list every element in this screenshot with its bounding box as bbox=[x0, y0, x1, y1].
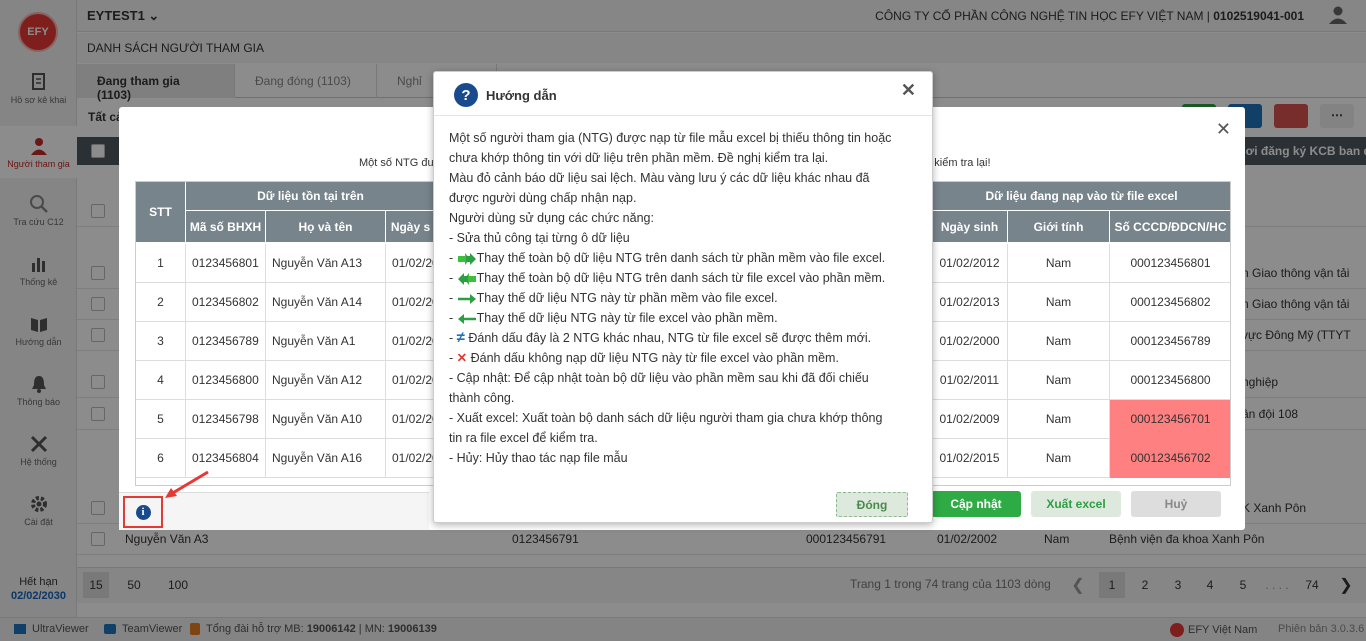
cell-dob[interactable]: 01/02/2012 bbox=[932, 244, 1008, 283]
cell-stt: 5 bbox=[136, 400, 186, 439]
guide-icon-line: - ≠ Đánh dấu đây là 2 NTG khác nhau, NTG… bbox=[449, 329, 872, 346]
cell-bhxh[interactable]: 0123456802 bbox=[186, 283, 266, 322]
cell-bhxh[interactable]: 0123456801 bbox=[186, 244, 266, 283]
info-button[interactable]: i bbox=[123, 496, 163, 528]
cell-gender[interactable]: Nam bbox=[1008, 322, 1110, 361]
guide-content: Một số người tham gia (NTG) được nạp từ … bbox=[449, 128, 921, 468]
guide-line: Một số người tham gia (NTG) được nạp từ … bbox=[449, 131, 892, 145]
guide-icon-line: - Thay thế toàn bộ dữ liệu NTG trên danh… bbox=[449, 271, 886, 285]
export-excel-button[interactable]: Xuất excel bbox=[1031, 491, 1121, 517]
cell-dob[interactable]: 01/02/2015 bbox=[932, 439, 1008, 478]
guide-line: - Cập nhật: Để cập nhật toàn bộ dữ liệu … bbox=[449, 371, 869, 385]
col-id: Số CCCD/ĐDCN/HC bbox=[1110, 211, 1230, 243]
modal-message-left: Một số NTG đư bbox=[359, 157, 435, 169]
cell-dob[interactable]: 01/02/2013 bbox=[932, 283, 1008, 322]
cell-dob-l[interactable]: 01/02/20 bbox=[386, 244, 436, 283]
cell-dob[interactable]: 01/02/2009 bbox=[932, 400, 1008, 439]
double-arrow-left-icon bbox=[457, 272, 476, 285]
col-stt: STT bbox=[136, 182, 186, 243]
guide-icon-line: - ✕ Đánh dấu không nạp dữ liệu NTG này t… bbox=[449, 351, 839, 365]
arrow-right-icon bbox=[457, 293, 476, 304]
cell-gender[interactable]: Nam bbox=[1008, 439, 1110, 478]
guide-line: được người dùng chấp nhận nạp. bbox=[449, 191, 637, 205]
question-icon: ? bbox=[454, 83, 478, 107]
cell-bhxh[interactable]: 0123456800 bbox=[186, 361, 266, 400]
guide-line: - Sửa thủ công tại từng ô dữ liệu bbox=[449, 231, 630, 245]
guide-line: - Xuất excel: Xuất toàn bộ danh sách dữ … bbox=[449, 411, 883, 425]
cell-gender[interactable]: Nam bbox=[1008, 400, 1110, 439]
cell-stt: 1 bbox=[136, 244, 186, 283]
col-gender: Giới tính bbox=[1008, 211, 1110, 243]
cell-stt: 4 bbox=[136, 361, 186, 400]
guide-icon-text: Thay thế dữ liệu NTG này từ file excel v… bbox=[476, 311, 778, 325]
close-icon[interactable]: ✕ bbox=[901, 80, 916, 101]
cell-dob[interactable]: 01/02/2000 bbox=[932, 322, 1008, 361]
guide-line: tin ra file excel để kiểm tra. bbox=[449, 431, 598, 445]
info-icon: i bbox=[135, 504, 151, 520]
cell-stt: 3 bbox=[136, 322, 186, 361]
guide-line: chưa khớp thông tin với dữ liệu trên phầ… bbox=[449, 151, 829, 165]
guide-line: thành công. bbox=[449, 391, 515, 405]
col-bhxh: Mã số BHXH bbox=[186, 211, 266, 243]
cell-bhxh[interactable]: 0123456798 bbox=[186, 400, 266, 439]
guide-icon-text: Thay thế dữ liệu NTG này từ phần mềm vào… bbox=[476, 291, 778, 305]
guide-icon-text: Thay thế toàn bộ dữ liệu NTG trên danh s… bbox=[476, 271, 886, 285]
cell-name[interactable]: Nguyễn Văn A13 bbox=[266, 244, 386, 283]
guide-icon-line: - Thay thế dữ liệu NTG này từ phần mềm v… bbox=[449, 291, 778, 305]
guide-icon-text: Đánh dấu không nạp dữ liệu NTG này từ fi… bbox=[467, 351, 839, 365]
cell-dob-l[interactable]: 01/02/20 bbox=[386, 439, 436, 478]
cell-dob-l[interactable]: 01/02/20 bbox=[386, 400, 436, 439]
cancel-button[interactable]: Huỷ bbox=[1131, 491, 1221, 517]
cell-dob[interactable]: 01/02/2011 bbox=[932, 361, 1008, 400]
cell-name[interactable]: Nguyễn Văn A1 bbox=[266, 322, 386, 361]
group-excel: Dữ liệu đang nạp vào từ file excel bbox=[932, 182, 1230, 211]
cell-id[interactable]: 000123456701 bbox=[1110, 400, 1230, 439]
cell-id[interactable]: 000123456801 bbox=[1110, 244, 1230, 283]
group-existing: Dữ liệu tồn tại trên bbox=[186, 182, 436, 211]
update-button[interactable]: Cập nhật bbox=[931, 491, 1021, 517]
guide-line: - Hủy: Hủy thao tác nạp file mẫu bbox=[449, 451, 628, 465]
guide-header: ? Hướng dẫn ✕ bbox=[434, 72, 932, 116]
red-x-icon: ✕ bbox=[456, 351, 468, 365]
guide-dialog: ? Hướng dẫn ✕ Một số người tham gia (NTG… bbox=[433, 71, 933, 523]
cell-dob-l[interactable]: 01/02/20 bbox=[386, 283, 436, 322]
col-name: Họ và tên bbox=[266, 211, 386, 243]
cell-gender[interactable]: Nam bbox=[1008, 244, 1110, 283]
col-dob: Ngày sinh bbox=[932, 211, 1008, 243]
cell-dob-l[interactable]: 01/02/20 bbox=[386, 322, 436, 361]
guide-line: Màu đỏ cảnh báo dữ liệu sai lệch. Màu và… bbox=[449, 171, 870, 185]
cell-bhxh[interactable]: 0123456789 bbox=[186, 322, 266, 361]
col-dob-left: Ngày s bbox=[386, 211, 436, 243]
cell-id[interactable]: 000123456800 bbox=[1110, 361, 1230, 400]
close-icon[interactable]: ✕ bbox=[1216, 119, 1231, 140]
guide-icon-text: Đánh dấu đây là 2 NTG khác nhau, NTG từ … bbox=[464, 331, 872, 345]
close-guide-button[interactable]: Đóng bbox=[836, 492, 908, 517]
guide-icon-text: Thay thế toàn bộ dữ liệu NTG trên danh s… bbox=[476, 251, 886, 265]
not-equal-icon: ≠ bbox=[456, 329, 465, 346]
guide-line: Người dùng sử dụng các chức năng: bbox=[449, 211, 654, 225]
annotation-arrow-icon bbox=[165, 470, 209, 498]
cell-name[interactable]: Nguyễn Văn A16 bbox=[266, 439, 386, 478]
double-arrow-right-icon bbox=[457, 252, 476, 265]
cell-stt: 2 bbox=[136, 283, 186, 322]
cell-gender[interactable]: Nam bbox=[1008, 361, 1110, 400]
cell-gender[interactable]: Nam bbox=[1008, 283, 1110, 322]
guide-icon-line: - Thay thế dữ liệu NTG này từ file excel… bbox=[449, 311, 778, 325]
cell-id[interactable]: 000123456789 bbox=[1110, 322, 1230, 361]
cell-id[interactable]: 000123456802 bbox=[1110, 283, 1230, 322]
cell-dob-l[interactable]: 01/02/20 bbox=[386, 361, 436, 400]
cell-name[interactable]: Nguyễn Văn A12 bbox=[266, 361, 386, 400]
guide-icon-line: - Thay thế toàn bộ dữ liệu NTG trên danh… bbox=[449, 251, 886, 265]
cell-id[interactable]: 000123456702 bbox=[1110, 439, 1230, 478]
arrow-left-icon bbox=[457, 313, 476, 324]
cell-name[interactable]: Nguyễn Văn A10 bbox=[266, 400, 386, 439]
cell-name[interactable]: Nguyễn Văn A14 bbox=[266, 283, 386, 322]
guide-title: Hướng dẫn bbox=[486, 88, 557, 103]
